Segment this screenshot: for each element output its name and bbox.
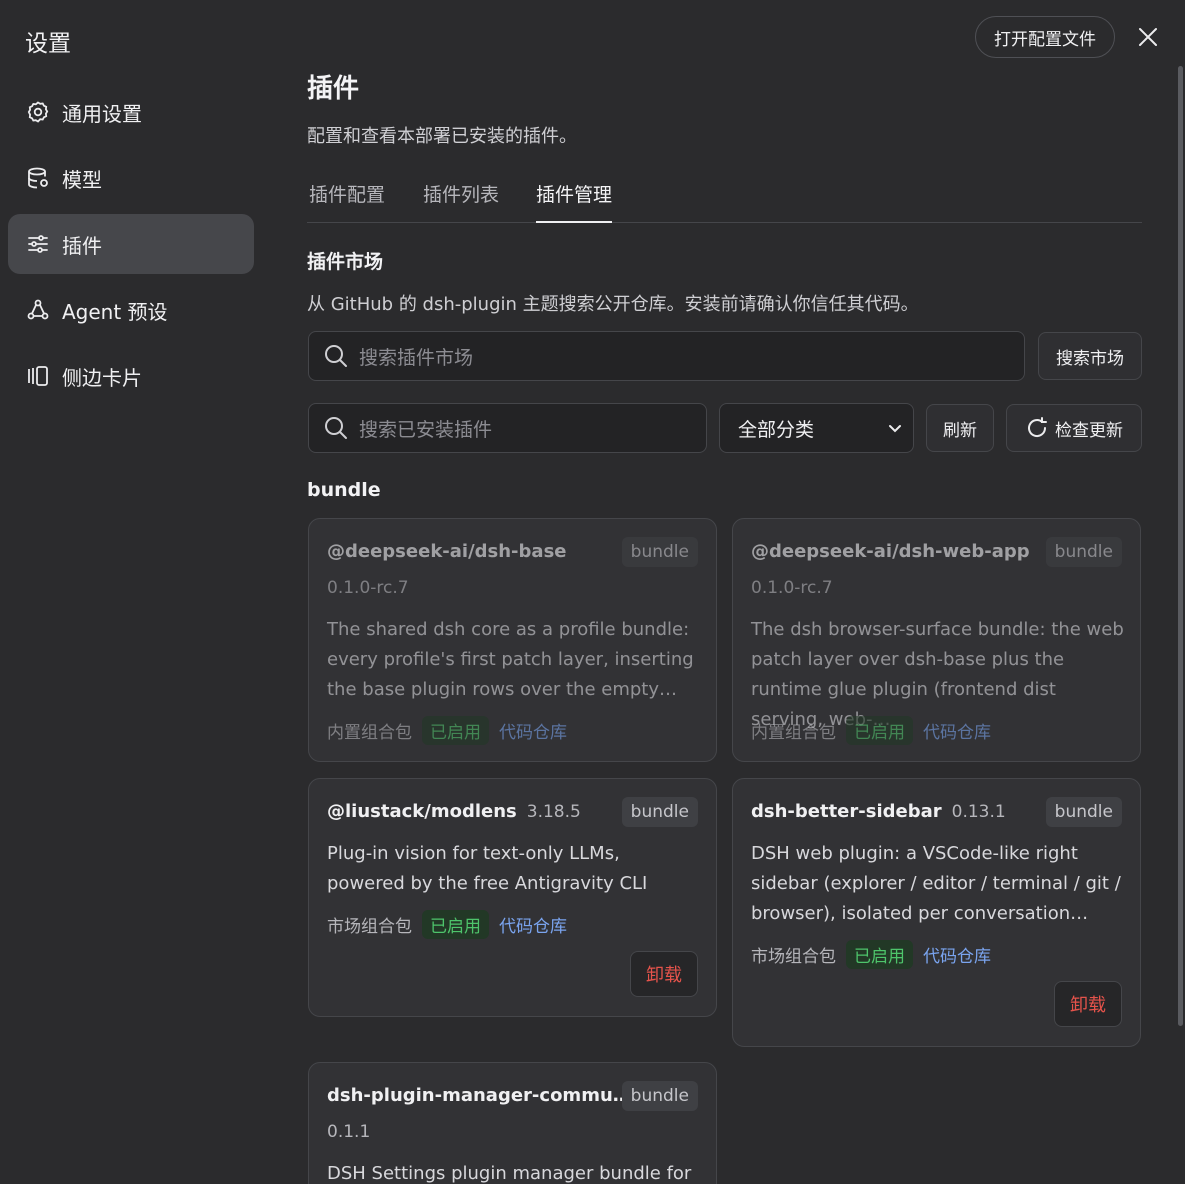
- settings-title: 设置: [25, 31, 71, 57]
- plugin-name-text: dsh-better-sidebar: [751, 801, 942, 822]
- sidebar-item-models[interactable]: 模型: [8, 148, 254, 208]
- repo-link[interactable]: 代码仓库: [499, 718, 567, 743]
- search-market-button[interactable]: 搜索市场: [1038, 332, 1142, 380]
- category-select-value: 全部分类: [738, 418, 815, 441]
- plugin-name: @deepseek-ai/dsh-base: [327, 541, 567, 562]
- plugin-card[interactable]: dsh-better-sidebar 0.13.1 bundle DSH web …: [732, 778, 1141, 1047]
- plugin-source: 市场组合包: [327, 917, 412, 937]
- plugin-version: 0.13.1: [951, 802, 1006, 822]
- plugin-source: 市场组合包: [751, 947, 836, 967]
- plugin-name: @deepseek-ai/dsh-web-app: [751, 541, 1030, 562]
- plugin-card[interactable]: dsh-plugin-manager-commu… bundle 0.1.1 D…: [308, 1062, 717, 1184]
- tab-plugin-list[interactable]: 插件列表: [423, 180, 499, 223]
- search-icon: [325, 345, 347, 367]
- cards-icon: [26, 364, 50, 388]
- plugin-type-badge: bundle: [621, 537, 698, 567]
- refresh-icon: [1028, 417, 1047, 437]
- sidebar-item-general[interactable]: 通用设置: [8, 82, 254, 142]
- scrollbar[interactable]: [1178, 66, 1183, 1026]
- category-select[interactable]: 全部分类: [719, 403, 914, 453]
- plugin-meta: 市场组合包 已启用 代码仓库: [327, 910, 567, 939]
- market-search-input[interactable]: 搜索插件市场: [308, 331, 1025, 381]
- plugin-description: DSH Settings plugin manager bundle for: [327, 1163, 692, 1184]
- sidebar-item-label: Agent 预设: [62, 299, 168, 324]
- sliders-icon: [26, 232, 50, 256]
- plugin-description: Plug-in vision for text-only LLMs, power…: [327, 843, 648, 894]
- gear-icon: [26, 100, 50, 124]
- page-description: 配置和查看本部署已安装的插件。: [307, 126, 577, 147]
- plugin-version: 0.1.0-rc.7: [751, 578, 833, 598]
- group-title-bundle: bundle: [307, 479, 381, 501]
- sidebar-item-side-cards[interactable]: 侧边卡片: [8, 346, 254, 406]
- plugin-type-badge: bundle: [1045, 797, 1122, 827]
- status-badge: 已启用: [422, 910, 489, 939]
- plugin-source: 内置组合包: [327, 723, 412, 743]
- page-title: 插件: [307, 74, 360, 104]
- market-search-placeholder: 搜索插件市场: [359, 346, 474, 369]
- plugin-name: dsh-better-sidebar 0.13.1: [751, 801, 1006, 822]
- sidebar-item-label: 侧边卡片: [62, 365, 142, 390]
- status-badge: 已启用: [846, 716, 913, 745]
- uninstall-button[interactable]: 卸载: [630, 951, 698, 997]
- plugin-card[interactable]: @deepseek-ai/dsh-web-app bundle 0.1.0-rc…: [732, 518, 1141, 762]
- plugin-card[interactable]: @deepseek-ai/dsh-base bundle 0.1.0-rc.7 …: [308, 518, 717, 762]
- tab-plugin-management[interactable]: 插件管理: [536, 180, 613, 223]
- plugin-description: DSH web plugin: a VSCode-like right side…: [751, 843, 1121, 924]
- plugin-version: 0.1.0-rc.7: [327, 578, 409, 598]
- tab-bar: 插件配置 插件列表 插件管理: [307, 168, 1142, 223]
- uninstall-button[interactable]: 卸载: [1054, 981, 1122, 1027]
- installed-search-placeholder: 搜索已安装插件: [359, 418, 493, 441]
- sidebar-item-plugins[interactable]: 插件: [8, 214, 254, 274]
- plugin-type-badge: bundle: [1045, 537, 1122, 567]
- tab-plugin-config[interactable]: 插件配置: [309, 180, 385, 223]
- database-icon: [26, 166, 50, 190]
- repo-link[interactable]: 代码仓库: [499, 912, 567, 937]
- sidebar-item-label: 通用设置: [62, 101, 142, 126]
- status-badge: 已启用: [422, 716, 489, 745]
- refresh-button[interactable]: 刷新: [926, 404, 994, 452]
- plugin-name: @liustack/modlens 3.18.5: [327, 801, 581, 822]
- market-section-description: 从 GitHub 的 dsh-plugin 主题搜索公开仓库。安装前请确认你信任…: [307, 294, 919, 315]
- sidebar-item-label: 模型: [62, 167, 102, 192]
- repo-link[interactable]: 代码仓库: [923, 718, 991, 743]
- plugin-card[interactable]: @liustack/modlens 3.18.5 bundle Plug-in v…: [308, 778, 717, 1017]
- market-section-title: 插件市场: [307, 251, 384, 273]
- agent-icon: [26, 298, 50, 322]
- check-updates-button[interactable]: 检查更新: [1006, 404, 1142, 452]
- plugin-description: The shared dsh core as a profile bundle:…: [327, 619, 694, 700]
- plugin-meta: 内置组合包 已启用 代码仓库: [327, 716, 567, 745]
- plugin-type-badge: bundle: [621, 1081, 698, 1111]
- check-updates-label: 检查更新: [1055, 420, 1123, 441]
- status-badge: 已启用: [846, 940, 913, 969]
- plugin-version: 0.1.1: [327, 1122, 371, 1142]
- plugin-version: 3.18.5: [526, 802, 581, 822]
- search-icon: [325, 417, 347, 439]
- plugin-meta: 内置组合包 已启用 代码仓库: [751, 716, 991, 745]
- plugin-source: 内置组合包: [751, 723, 836, 743]
- chevron-down-icon: [889, 425, 901, 433]
- sidebar-item-agent-presets[interactable]: Agent 预设: [8, 280, 254, 340]
- plugin-name-text: @liustack/modlens: [327, 801, 517, 822]
- settings-sidebar: 设置 通用设置 模型 插件 Agent 预设 侧边卡片: [0, 0, 270, 1184]
- main-content: 插件 配置和查看本部署已安装的插件。 插件配置 插件列表 插件管理 插件市场 从…: [307, 0, 1142, 1184]
- sidebar-item-label: 插件: [62, 233, 102, 258]
- installed-search-input[interactable]: 搜索已安装插件: [308, 403, 707, 453]
- plugin-meta: 市场组合包 已启用 代码仓库: [751, 940, 991, 969]
- repo-link[interactable]: 代码仓库: [923, 942, 991, 967]
- plugin-name: dsh-plugin-manager-commu…: [327, 1085, 631, 1106]
- plugin-type-badge: bundle: [621, 797, 698, 827]
